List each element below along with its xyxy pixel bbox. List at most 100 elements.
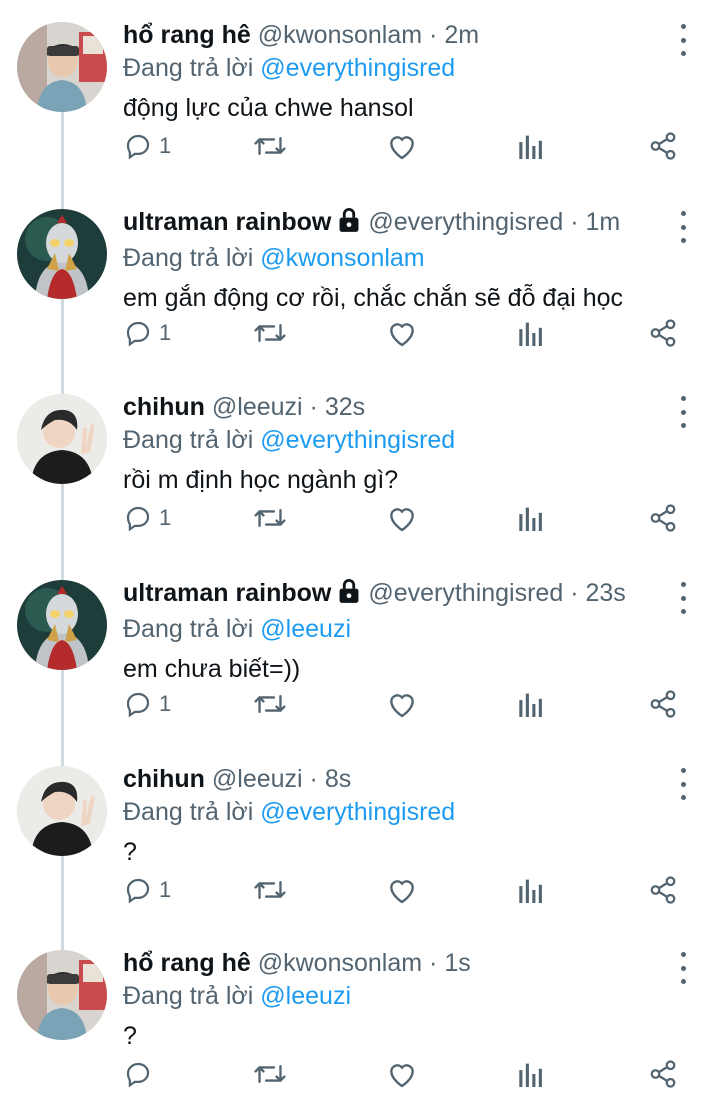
avatar-leeuzi-icon[interactable] bbox=[17, 766, 107, 856]
retweet-button[interactable] bbox=[253, 872, 287, 908]
replying-to-label: Đang trả lời bbox=[123, 615, 254, 643]
retweet-button[interactable] bbox=[253, 315, 287, 351]
retweet-button[interactable] bbox=[253, 686, 287, 722]
reply-button[interactable] bbox=[123, 1056, 159, 1092]
user-handle[interactable]: @everythingisred bbox=[368, 208, 563, 236]
reply-button[interactable]: 1 bbox=[123, 500, 171, 536]
tweet[interactable]: chihun @leeuzi · 8s Đang trả lời @everyt… bbox=[0, 744, 720, 930]
analytics-button[interactable] bbox=[518, 128, 544, 164]
share-icon bbox=[648, 503, 678, 533]
share-button[interactable] bbox=[648, 315, 678, 351]
share-button[interactable] bbox=[648, 128, 678, 164]
share-button[interactable] bbox=[648, 500, 678, 536]
like-button[interactable] bbox=[386, 315, 418, 351]
replying-to: Đang trả lời @everythingisred bbox=[123, 424, 680, 456]
like-button[interactable] bbox=[386, 1056, 418, 1092]
reply-icon bbox=[123, 318, 153, 348]
reply-count: 1 bbox=[159, 505, 172, 530]
more-options-icon[interactable] bbox=[676, 582, 690, 614]
more-options-icon[interactable] bbox=[676, 211, 690, 243]
avatar-kwonsonlam-icon[interactable] bbox=[17, 950, 107, 1040]
replying-to: Đang trả lời @everythingisred bbox=[123, 52, 680, 84]
replying-to-mention[interactable]: @everythingisred bbox=[260, 798, 455, 826]
retweet-button[interactable] bbox=[253, 500, 287, 536]
timestamp[interactable]: 1s bbox=[444, 949, 470, 977]
bar-chart-icon bbox=[518, 503, 544, 533]
display-name[interactable]: hổ rang hê bbox=[123, 21, 251, 49]
lock-icon bbox=[337, 207, 361, 242]
avatar-ultraman-icon[interactable] bbox=[17, 580, 107, 670]
more-options-icon[interactable] bbox=[676, 24, 690, 56]
reply-count: 1 bbox=[159, 691, 172, 716]
display-name[interactable]: chihun bbox=[123, 393, 205, 421]
user-handle[interactable]: @leeuzi bbox=[212, 393, 303, 421]
bar-chart-icon bbox=[518, 1059, 544, 1089]
avatar-leeuzi-icon[interactable] bbox=[17, 394, 107, 484]
reply-button[interactable]: 1 bbox=[123, 686, 171, 722]
user-handle[interactable]: @leeuzi bbox=[212, 765, 303, 793]
tweet-body: ultraman rainbow @everythingisred · 23s … bbox=[123, 576, 680, 689]
separator-dot: · bbox=[309, 393, 318, 421]
more-options-icon[interactable] bbox=[676, 952, 690, 984]
more-options-icon[interactable] bbox=[676, 768, 690, 800]
user-handle[interactable]: @kwonsonlam bbox=[258, 21, 422, 49]
retweet-button[interactable] bbox=[253, 128, 287, 164]
display-name[interactable]: ultraman rainbow bbox=[123, 208, 331, 236]
tweet-body: hổ rang hê @kwonsonlam · 1s Đang trả lời… bbox=[123, 946, 680, 1056]
share-icon bbox=[648, 689, 678, 719]
replying-to-label: Đang trả lời bbox=[123, 54, 254, 82]
heart-icon bbox=[386, 875, 418, 905]
tweet[interactable]: chihun @leeuzi · 32s Đang trả lời @every… bbox=[0, 372, 720, 558]
display-name[interactable]: ultraman rainbow bbox=[123, 579, 331, 607]
analytics-button[interactable] bbox=[518, 872, 544, 908]
retweet-button[interactable] bbox=[253, 1056, 287, 1092]
reply-button[interactable]: 1 bbox=[123, 128, 171, 164]
share-button[interactable] bbox=[648, 686, 678, 722]
analytics-button[interactable] bbox=[518, 500, 544, 536]
timestamp[interactable]: 32s bbox=[325, 393, 365, 421]
replying-to-mention[interactable]: @kwonsonlam bbox=[260, 244, 424, 272]
analytics-button[interactable] bbox=[518, 315, 544, 351]
tweet-body: chihun @leeuzi · 8s Đang trả lời @everyt… bbox=[123, 762, 680, 872]
like-button[interactable] bbox=[386, 128, 418, 164]
avatar-ultraman-icon[interactable] bbox=[17, 209, 107, 299]
share-icon bbox=[648, 875, 678, 905]
separator-dot: · bbox=[570, 579, 579, 607]
tweet[interactable]: ultraman rainbow @everythingisred · 1m Đ… bbox=[0, 187, 720, 373]
like-button[interactable] bbox=[386, 872, 418, 908]
tweet-text: ? bbox=[123, 838, 137, 866]
timestamp[interactable]: 23s bbox=[585, 579, 625, 607]
share-button[interactable] bbox=[648, 1056, 678, 1092]
retweet-icon bbox=[253, 689, 287, 719]
user-handle[interactable]: @kwonsonlam bbox=[258, 949, 422, 977]
replying-to-label: Đang trả lời bbox=[123, 982, 254, 1010]
timestamp[interactable]: 2m bbox=[444, 21, 479, 49]
more-options-icon[interactable] bbox=[676, 396, 690, 428]
tweet[interactable]: hổ rang hê @kwonsonlam · 2m Đang trả lời… bbox=[0, 0, 720, 186]
display-name[interactable]: chihun bbox=[123, 765, 205, 793]
share-button[interactable] bbox=[648, 872, 678, 908]
timestamp[interactable]: 8s bbox=[325, 765, 351, 793]
heart-icon bbox=[386, 1059, 418, 1089]
tweet[interactable]: hổ rang hê @kwonsonlam · 1s Đang trả lời… bbox=[0, 928, 720, 1114]
display-name[interactable]: hổ rang hê bbox=[123, 949, 251, 977]
analytics-button[interactable] bbox=[518, 1056, 544, 1092]
timestamp[interactable]: 1m bbox=[585, 208, 620, 236]
share-icon bbox=[648, 318, 678, 348]
replying-to-mention[interactable]: @leeuzi bbox=[260, 982, 351, 1010]
user-handle[interactable]: @everythingisred bbox=[368, 579, 563, 607]
replying-to-mention[interactable]: @everythingisred bbox=[260, 54, 455, 82]
like-button[interactable] bbox=[386, 686, 418, 722]
analytics-button[interactable] bbox=[518, 686, 544, 722]
reply-button[interactable]: 1 bbox=[123, 315, 171, 351]
like-button[interactable] bbox=[386, 500, 418, 536]
replying-to-mention[interactable]: @leeuzi bbox=[260, 615, 351, 643]
tweet-header: chihun @leeuzi · 32s bbox=[123, 390, 680, 424]
avatar-kwonsonlam-icon[interactable] bbox=[17, 22, 107, 112]
reply-thread: hổ rang hê @kwonsonlam · 2m Đang trả lời… bbox=[0, 0, 720, 1117]
replying-to-mention[interactable]: @everythingisred bbox=[260, 426, 455, 454]
tweet[interactable]: ultraman rainbow @everythingisred · 23s … bbox=[0, 558, 720, 744]
reply-icon bbox=[123, 503, 153, 533]
reply-button[interactable]: 1 bbox=[123, 872, 171, 908]
replying-to-label: Đang trả lời bbox=[123, 798, 254, 826]
